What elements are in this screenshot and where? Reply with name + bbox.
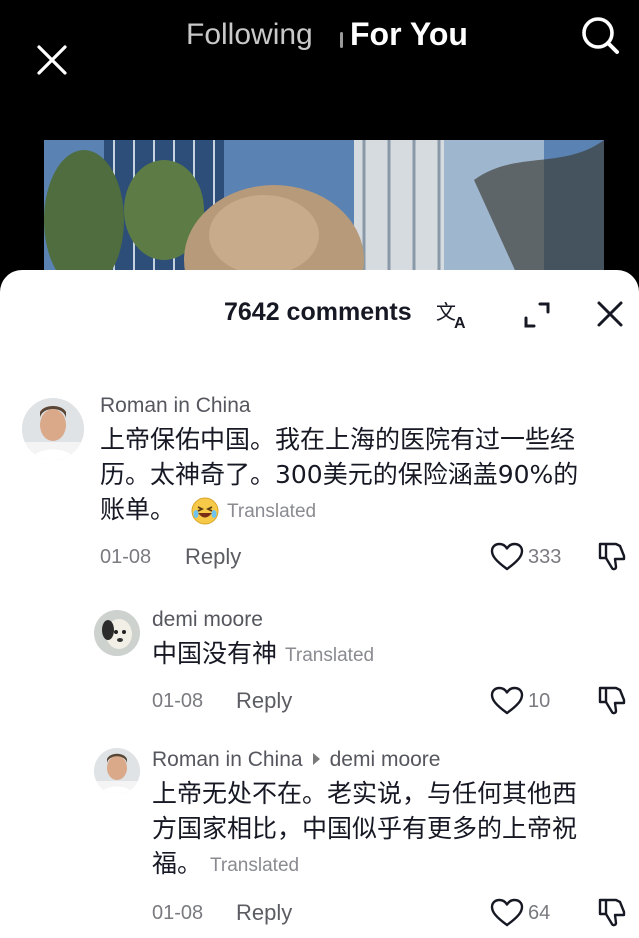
comment-text-line: 账单。 [100,495,176,524]
comment-count: 7642 comments [224,298,412,326]
avatar[interactable] [94,748,140,794]
comment-username[interactable]: demi moore [152,608,263,632]
laughing-emoji-icon [191,497,219,525]
comment-text-line: 福。 [152,849,203,878]
video-thumbnail[interactable] [44,140,604,290]
translated-label[interactable]: Translated [227,501,316,522]
reply-button[interactable]: Reply [236,688,292,714]
comment-text: 中国没有神 Translated [152,636,622,673]
comment-text: 上帝无处不在。老实说，与任何其他西 方国家相比，中国似乎有更多的上帝祝 福。 Tr… [152,776,622,883]
like-count: 333 [528,546,562,568]
translated-label[interactable]: Translated [210,855,299,876]
expand-icon[interactable] [520,298,554,332]
tab-indicator-dot [340,32,343,48]
dislike-icon[interactable] [596,896,628,928]
comment-text-line: 中国没有神 [152,639,278,668]
comment-text: 上帝保佑中国。我在上海的医院有过一些经 历。太神奇了。300美元的保险涵盖90%… [100,422,620,529]
comment-date: 01-08 [100,546,152,568]
like-count: 64 [528,902,551,924]
translate-icon[interactable]: 文 A [436,296,472,332]
comments-sheet: 7642 comments 文 A Roman in China 上帝保佑中国。… [0,270,639,938]
reply-button[interactable]: Reply [185,544,241,570]
comment-text-line: 上帝无处不在。老实说，与任何其他西 [152,779,578,808]
avatar[interactable] [94,610,140,656]
comment-username[interactable]: Roman in China demi moore [152,748,440,772]
dislike-icon[interactable] [596,684,628,716]
like-count: 10 [528,690,551,712]
avatar[interactable] [22,398,84,460]
svg-text:文: 文 [436,300,456,324]
comment-username[interactable]: Roman in China [100,394,251,418]
search-icon[interactable] [578,14,622,58]
heart-icon[interactable] [490,898,524,928]
reply-button[interactable]: Reply [236,900,292,926]
reply-to-user[interactable]: demi moore [330,748,441,771]
tab-following[interactable]: Following [186,18,313,52]
comment-date: 01-08 [152,902,204,924]
heart-icon[interactable] [490,542,524,572]
svg-text:A: A [454,315,466,332]
comment-text-line: 上帝保佑中国。我在上海的医院有过一些经 [100,425,576,454]
tab-for-you[interactable]: For You [350,16,468,53]
comment-text-line: 历。太神奇了。300美元的保险涵盖90%的 [100,460,579,489]
heart-icon[interactable] [490,686,524,716]
comment-author[interactable]: Roman in China [152,748,303,771]
feed-tabs: Following For You [0,14,639,58]
video-feed-header: Following For You [0,0,639,140]
translated-label[interactable]: Translated [285,645,374,666]
comment-date: 01-08 [152,690,204,712]
dislike-icon[interactable] [596,540,628,572]
comments-header: 7642 comments 文 A [0,270,639,356]
reply-arrow-icon [312,753,320,766]
comment-text-line: 方国家相比，中国似乎有更多的上帝祝 [152,814,578,843]
close-icon[interactable] [594,298,626,330]
